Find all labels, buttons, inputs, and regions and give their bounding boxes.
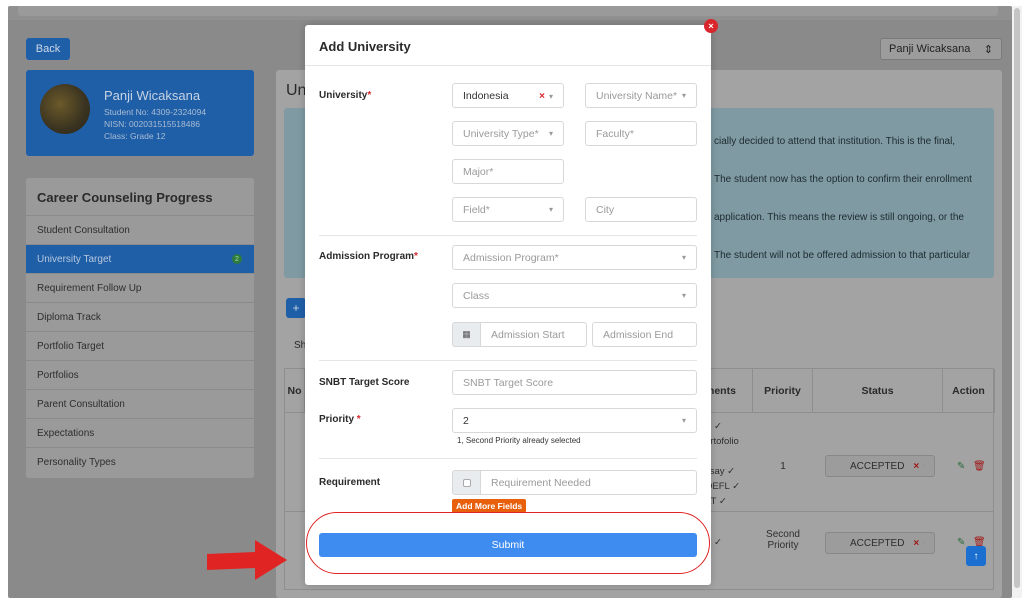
profile-student-no: Student No: 4309-2324094: [104, 107, 207, 117]
university-type-select[interactable]: University Type* ▾: [452, 121, 564, 146]
close-icon[interactable]: ×: [704, 19, 718, 33]
profile-name: Panji Wicaksana: [104, 88, 201, 103]
city-input[interactable]: City: [585, 197, 697, 222]
edit-icon[interactable]: ✎: [957, 537, 965, 548]
class-select[interactable]: Class ▾: [452, 283, 697, 308]
clear-icon[interactable]: ×: [913, 538, 919, 549]
profile-card: Panji Wicaksana Student No: 4309-2324094…: [26, 70, 254, 156]
profile-nisn: NISN: 002031515518486: [104, 119, 200, 129]
user-select[interactable]: Panji Wicaksana ⇕: [880, 38, 1002, 60]
info-line: application. This means the review is st…: [714, 212, 964, 223]
col-header-action: Action: [943, 369, 995, 413]
chevron-down-icon: ▾: [921, 461, 926, 471]
chevron-down-icon: ▾: [921, 538, 926, 548]
sidebar-item-diploma-track[interactable]: Diploma Track: [26, 302, 254, 331]
clear-icon[interactable]: ×: [539, 91, 545, 102]
chevron-down-icon: ▾: [548, 129, 553, 138]
admission-program-label: Admission Program*: [319, 251, 418, 262]
chevron-down-icon: ▾: [548, 91, 553, 101]
chevron-down-icon: ▾: [681, 91, 686, 100]
priority-cell: 1: [780, 461, 786, 472]
snbt-label: SNBT Target Score: [319, 377, 410, 388]
sidebar-item-expectations[interactable]: Expectations: [26, 418, 254, 447]
field-select[interactable]: Field* ▾: [452, 197, 564, 222]
scroll-to-top-button[interactable]: ↑: [966, 546, 986, 566]
add-university-modal: Add University University* Indonesia × ▾ …: [305, 25, 711, 585]
modal-title: Add University: [319, 39, 411, 54]
chevron-down-icon: ▾: [681, 253, 686, 262]
snbt-score-input[interactable]: SNBT Target Score: [452, 370, 697, 395]
count-badge: 2: [232, 254, 242, 264]
sidebar-item-parent-consultation[interactable]: Parent Consultation: [26, 389, 254, 418]
add-more-fields-button[interactable]: Add More Fields: [452, 499, 527, 513]
info-line: The student now has the option to confir…: [714, 174, 972, 185]
scrollbar-thumb[interactable]: [1014, 8, 1020, 588]
admission-program-select[interactable]: Admission Program* ▾: [452, 245, 697, 270]
major-input[interactable]: Major*: [452, 159, 564, 184]
priority-label: Priority *: [319, 414, 361, 425]
chevron-down-icon: ▾: [681, 416, 686, 425]
university-label: University*: [319, 90, 372, 101]
info-line: The student will not be offered admissio…: [714, 250, 971, 261]
progress-title: Career Counseling Progress: [37, 190, 213, 205]
clear-icon[interactable]: ×: [913, 461, 919, 472]
admission-start-input[interactable]: Admission Start: [480, 322, 587, 347]
col-header-no: No: [285, 369, 305, 413]
chevron-down-icon: ▾: [548, 205, 553, 214]
faculty-input[interactable]: Faculty*: [585, 121, 697, 146]
arrow-right-icon: [207, 540, 287, 580]
requirement-label: Requirement: [319, 477, 381, 488]
priority-cell: Second Priority: [766, 529, 800, 551]
chevron-down-icon: ▾: [681, 291, 686, 300]
add-button[interactable]: +: [286, 298, 306, 318]
info-line: cially decided to attend that institutio…: [714, 136, 956, 147]
priority-hint: 1, Second Priority already selected: [457, 436, 581, 445]
requirement-input[interactable]: Requirement Needed: [480, 470, 697, 495]
requirement-checkbox[interactable]: [452, 470, 481, 495]
avatar: [40, 84, 90, 134]
back-button[interactable]: Back: [26, 38, 70, 60]
sidebar-item-portfolio-target[interactable]: Portfolio Target: [26, 331, 254, 360]
chevron-updown-icon: ⇕: [983, 43, 993, 56]
university-name-select[interactable]: University Name* ▾: [585, 83, 697, 108]
edit-icon[interactable]: ✎: [957, 461, 965, 472]
main-title: Un: [286, 82, 307, 99]
calendar-icon[interactable]: ▦: [452, 322, 481, 347]
admission-end-input[interactable]: Admission End: [592, 322, 697, 347]
col-header-requirements: ments: [705, 369, 753, 413]
sidebar-item-requirement-follow-up[interactable]: Requirement Follow Up: [26, 273, 254, 302]
status-select[interactable]: ACCEPTED × ▾: [825, 455, 935, 477]
progress-card: Career Counseling Progress Student Consu…: [26, 178, 254, 478]
top-bar: [8, 6, 1012, 20]
sidebar-item-personality-types[interactable]: Personality Types: [26, 447, 254, 476]
profile-class: Class: Grade 12: [104, 131, 166, 141]
status-select[interactable]: ACCEPTED × ▾: [825, 532, 935, 554]
user-select-value: Panji Wicaksana: [889, 43, 971, 55]
country-select[interactable]: Indonesia × ▾: [452, 83, 564, 108]
highlight-ellipse: [306, 512, 710, 574]
sidebar-item-university-target[interactable]: University Target 2: [26, 244, 254, 273]
delete-icon[interactable]: 🗑: [973, 461, 986, 472]
priority-select[interactable]: 2 ▾: [452, 408, 697, 433]
sidebar-item-portfolios[interactable]: Portfolios: [26, 360, 254, 389]
col-header-priority: Priority: [753, 369, 813, 413]
col-header-status: Status: [813, 369, 943, 413]
sidebar-item-student-consultation[interactable]: Student Consultation: [26, 215, 254, 244]
